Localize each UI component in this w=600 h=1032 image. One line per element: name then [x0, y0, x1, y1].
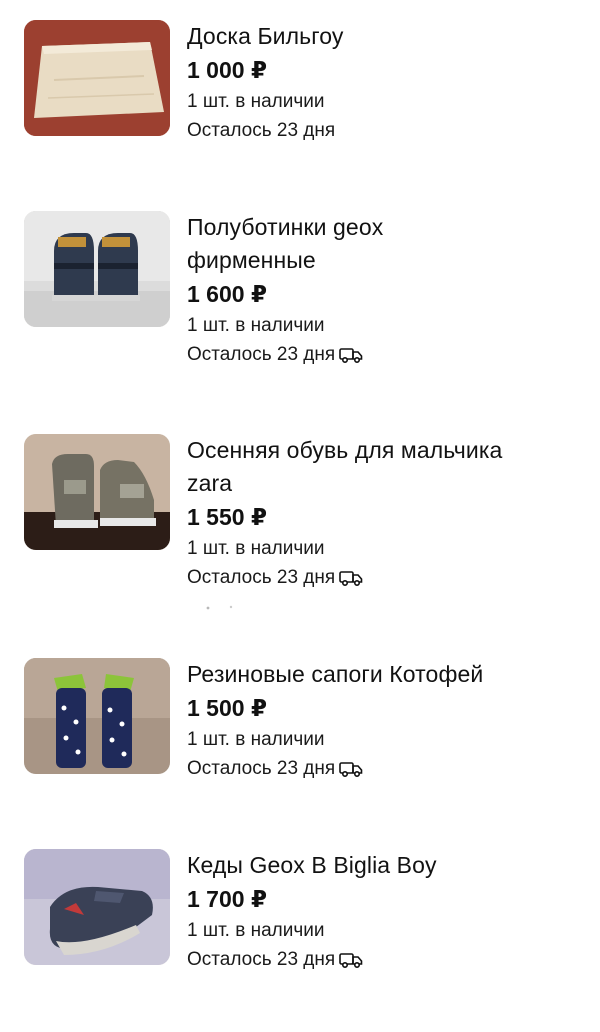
- decorative-dots: [206, 605, 233, 610]
- item-remaining: Осталось 23 дня: [187, 758, 336, 779]
- item-stock: 1 шт. в наличии: [187, 729, 325, 750]
- product-photo[interactable]: [24, 658, 170, 774]
- item-remaining-row: Осталось 23 дня: [187, 340, 587, 369]
- item-info: Резиновые сапоги Котофей 1 500 ₽ 1 шт. в…: [187, 658, 587, 783]
- item-remaining: Осталось 23 дня: [187, 949, 336, 970]
- item-remaining-row: Осталось 23 дня: [187, 754, 587, 783]
- list-item[interactable]: Кеды Geox B Biglia Boy 1 700 ₽ 1 шт. в н…: [0, 849, 600, 970]
- list-item[interactable]: Полуботинки geox фирменные 1 600 ₽ 1 шт.…: [0, 211, 600, 365]
- item-stock: 1 шт. в наличии: [187, 91, 325, 112]
- item-remaining-row: Осталось 23 дня: [187, 116, 587, 145]
- truck-icon: [339, 570, 363, 586]
- truck-icon: [339, 952, 363, 968]
- item-price: 1 550 ₽: [187, 504, 267, 530]
- item-price: 1 600 ₽: [187, 281, 267, 307]
- list-item[interactable]: Доска Бильгоу 1 000 ₽ 1 шт. в наличии Ос…: [0, 20, 600, 141]
- item-remaining: Осталось 23 дня: [187, 344, 336, 365]
- item-price: 1 000 ₽: [187, 57, 267, 83]
- item-title[interactable]: Полуботинки geox фирменные: [187, 211, 447, 277]
- product-photo[interactable]: [24, 849, 170, 965]
- item-remaining: Осталось 23 дня: [187, 567, 336, 588]
- item-info: Кеды Geox B Biglia Boy 1 700 ₽ 1 шт. в н…: [187, 849, 587, 974]
- truck-icon: [339, 347, 363, 363]
- item-info: Осенняя обувь для мальчика zara 1 550 ₽ …: [187, 434, 587, 592]
- item-title[interactable]: Осенняя обувь для мальчика zara: [187, 434, 547, 500]
- list-item[interactable]: Осенняя обувь для мальчика zara 1 550 ₽ …: [0, 434, 600, 588]
- item-price: 1 500 ₽: [187, 695, 267, 721]
- item-title[interactable]: Резиновые сапоги Котофей: [187, 658, 587, 691]
- item-info: Полуботинки geox фирменные 1 600 ₽ 1 шт.…: [187, 211, 587, 369]
- list-item[interactable]: Резиновые сапоги Котофей 1 500 ₽ 1 шт. в…: [0, 658, 600, 779]
- item-price: 1 700 ₽: [187, 886, 267, 912]
- item-title[interactable]: Кеды Geox B Biglia Boy: [187, 849, 587, 882]
- product-photo[interactable]: [24, 20, 170, 136]
- item-remaining: Осталось 23 дня: [187, 120, 336, 141]
- item-stock: 1 шт. в наличии: [187, 315, 325, 336]
- listing-list: Доска Бильгоу 1 000 ₽ 1 шт. в наличии Ос…: [0, 0, 600, 1032]
- item-info: Доска Бильгоу 1 000 ₽ 1 шт. в наличии Ос…: [187, 20, 587, 145]
- item-remaining-row: Осталось 23 дня: [187, 563, 587, 592]
- truck-icon: [339, 761, 363, 777]
- item-remaining-row: Осталось 23 дня: [187, 945, 587, 974]
- item-title[interactable]: Доска Бильгоу: [187, 20, 587, 53]
- item-stock: 1 шт. в наличии: [187, 538, 325, 559]
- product-photo[interactable]: [24, 211, 170, 327]
- item-stock: 1 шт. в наличии: [187, 920, 325, 941]
- product-photo[interactable]: [24, 434, 170, 550]
